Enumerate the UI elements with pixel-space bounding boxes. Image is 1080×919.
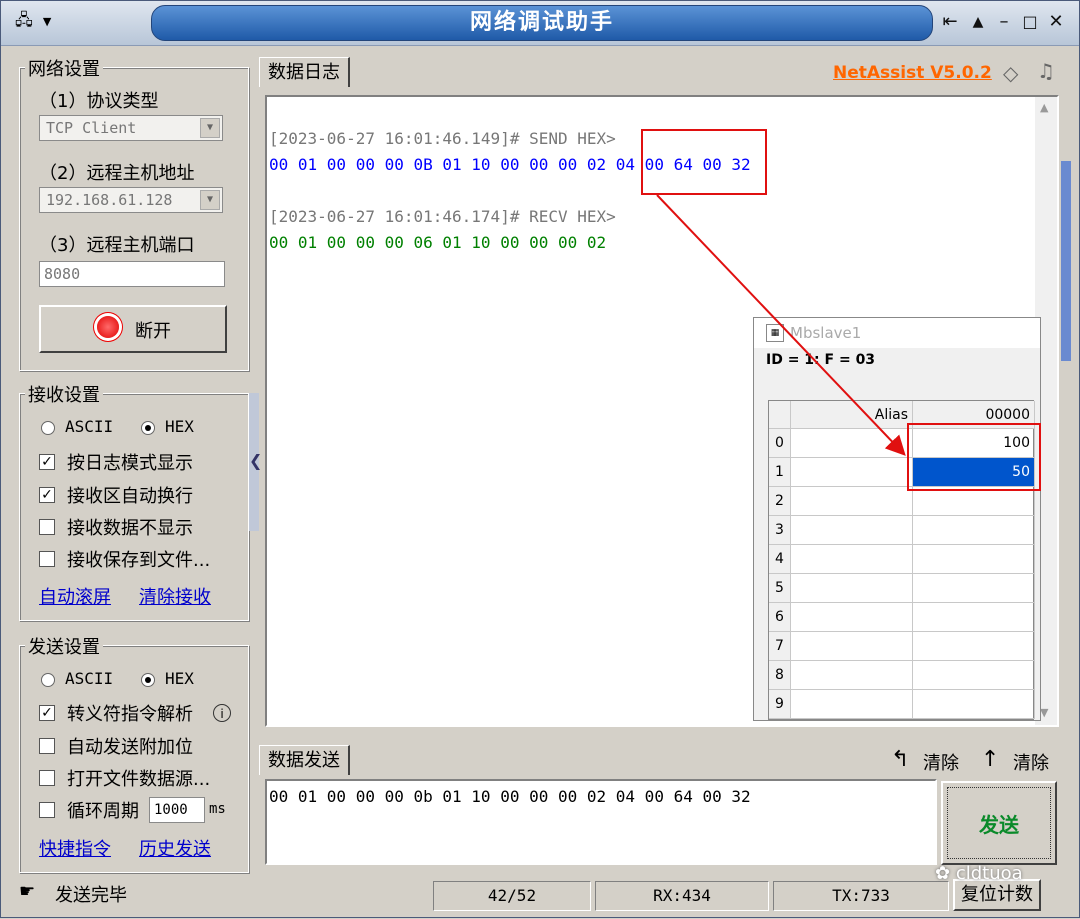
wechat-icon: ✿ — [935, 863, 951, 884]
watermark: ✿ cldtuoa — [935, 863, 1023, 884]
watermark-text: cldtuoa — [955, 863, 1023, 884]
status-tx: TX:733 — [773, 881, 949, 911]
clear-left-icon[interactable]: ↰ — [891, 747, 909, 772]
send-input-area[interactable]: 00 01 00 00 00 0b 01 10 00 00 00 02 04 0… — [265, 779, 937, 865]
send-input-value: 00 01 00 00 00 0b 01 10 00 00 00 02 04 0… — [269, 787, 751, 806]
status-message: 发送完毕 — [55, 885, 127, 906]
send-button-label: 发送 — [979, 813, 1019, 837]
clear-send-button-2[interactable]: 清除 — [1013, 749, 1049, 775]
clear-up-icon[interactable]: ↑ — [981, 747, 999, 772]
status-rx: RX:434 — [595, 881, 769, 911]
app-window: 🖧 ▼ 网络调试助手 ⇤ ▲ – □ ✕ 网络设置 （1）协议类型 TCP Cli… — [0, 0, 1080, 918]
status-count: 42/52 — [433, 881, 591, 911]
status-icon: ☛ — [19, 881, 36, 902]
clear-send-button-1[interactable]: 清除 — [923, 749, 959, 775]
tab-data-send[interactable]: 数据发送 — [259, 745, 350, 775]
send-button[interactable]: 发送 — [941, 781, 1057, 865]
